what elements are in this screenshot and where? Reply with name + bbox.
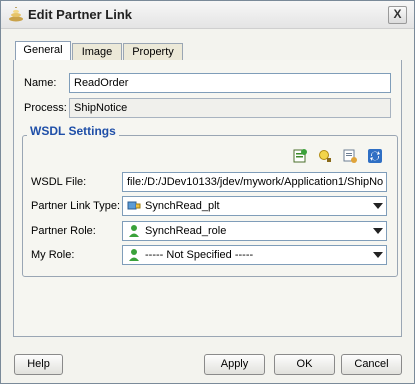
chevron-down-icon bbox=[373, 228, 383, 234]
my-role-label: My Role: bbox=[31, 249, 75, 261]
link-type-icon bbox=[127, 201, 141, 210]
tab-image[interactable]: Image bbox=[72, 43, 122, 60]
partner-link-icon bbox=[9, 7, 23, 22]
create-wsdl-icon[interactable] bbox=[317, 148, 333, 164]
role-icon bbox=[129, 249, 139, 261]
process-field: ShipNotice bbox=[69, 98, 391, 118]
partner-role-value: SynchRead_role bbox=[145, 225, 227, 237]
process-label: Process: bbox=[24, 102, 67, 114]
my-role-value: ----- Not Specified ----- bbox=[145, 249, 254, 261]
wsdl-settings-title: WSDL Settings bbox=[27, 124, 119, 138]
role-icon bbox=[129, 225, 139, 237]
edit-partner-link-dialog: Edit Partner Link X General Image Proper… bbox=[0, 0, 415, 384]
chevron-down-icon bbox=[373, 252, 383, 258]
ok-button[interactable]: OK bbox=[274, 354, 335, 375]
wsdl-file-field[interactable]: file:/D:/JDev10133/jdev/mywork/Applicati… bbox=[122, 172, 387, 192]
partner-link-type-select[interactable]: SynchRead_plt bbox=[122, 196, 387, 216]
partner-role-select[interactable]: SynchRead_role bbox=[122, 221, 387, 241]
close-button[interactable]: X bbox=[388, 6, 407, 24]
tab-general[interactable]: General bbox=[15, 41, 71, 60]
cancel-button[interactable]: Cancel bbox=[341, 354, 402, 375]
my-role-select[interactable]: ----- Not Specified ----- bbox=[122, 245, 387, 265]
name-label: Name: bbox=[24, 77, 57, 89]
partner-role-label: Partner Role: bbox=[31, 225, 96, 237]
partner-link-type-label: Partner Link Type: bbox=[31, 200, 121, 212]
help-button[interactable]: Help bbox=[14, 354, 63, 375]
service-explorer-icon[interactable] bbox=[292, 148, 308, 164]
window-title: Edit Partner Link bbox=[28, 7, 133, 22]
name-field[interactable]: ReadOrder bbox=[69, 73, 391, 93]
title-bar: Edit Partner Link X bbox=[1, 1, 414, 29]
refresh-icon[interactable] bbox=[367, 148, 383, 164]
tab-property[interactable]: Property bbox=[123, 43, 183, 60]
chevron-down-icon bbox=[373, 203, 383, 209]
partner-link-type-value: SynchRead_plt bbox=[145, 200, 220, 212]
wsdl-file-label: WSDL File: bbox=[31, 176, 87, 188]
define-adapter-icon[interactable] bbox=[342, 148, 358, 164]
apply-button[interactable]: Apply bbox=[204, 354, 265, 375]
